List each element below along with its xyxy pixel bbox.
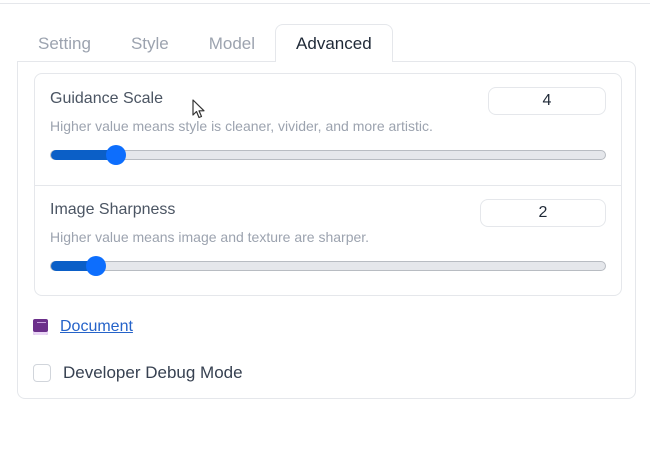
mouse-pointer-icon xyxy=(192,99,205,119)
book-icon xyxy=(33,319,48,335)
guidance-scale-number-input[interactable] xyxy=(488,87,606,115)
image-sharpness-number-input[interactable] xyxy=(480,199,606,227)
tab-style[interactable]: Style xyxy=(111,25,189,62)
image-sharpness-slider-thumb[interactable] xyxy=(85,256,106,276)
slider-group: Guidance Scale Higher value means style … xyxy=(34,73,622,296)
image-sharpness-block: Image Sharpness Higher value means image… xyxy=(35,185,621,295)
guidance-scale-block: Guidance Scale Higher value means style … xyxy=(35,74,621,186)
document-link-label: Document xyxy=(60,318,133,335)
guidance-scale-slider-thumb[interactable] xyxy=(106,145,127,165)
image-sharpness-info: Higher value means image and texture are… xyxy=(50,229,370,245)
tab-bar: Setting Style Model Advanced xyxy=(18,24,393,62)
image-sharpness-label: Image Sharpness xyxy=(50,201,176,218)
advanced-panel: Guidance Scale Higher value means style … xyxy=(17,61,636,399)
tab-model[interactable]: Model xyxy=(189,25,275,62)
tab-advanced[interactable]: Advanced xyxy=(275,24,393,62)
top-divider xyxy=(0,0,650,4)
tab-setting[interactable]: Setting xyxy=(18,25,111,62)
developer-debug-mode-checkbox-row[interactable]: Developer Debug Mode xyxy=(33,363,243,383)
document-link[interactable]: Document xyxy=(33,318,133,336)
developer-debug-mode-checkbox[interactable] xyxy=(33,364,51,382)
guidance-scale-info: Higher value means style is cleaner, viv… xyxy=(50,118,433,134)
developer-debug-mode-label: Developer Debug Mode xyxy=(63,363,243,382)
image-sharpness-slider[interactable] xyxy=(50,256,606,276)
guidance-scale-slider[interactable] xyxy=(50,145,606,165)
guidance-scale-label: Guidance Scale xyxy=(50,90,163,107)
